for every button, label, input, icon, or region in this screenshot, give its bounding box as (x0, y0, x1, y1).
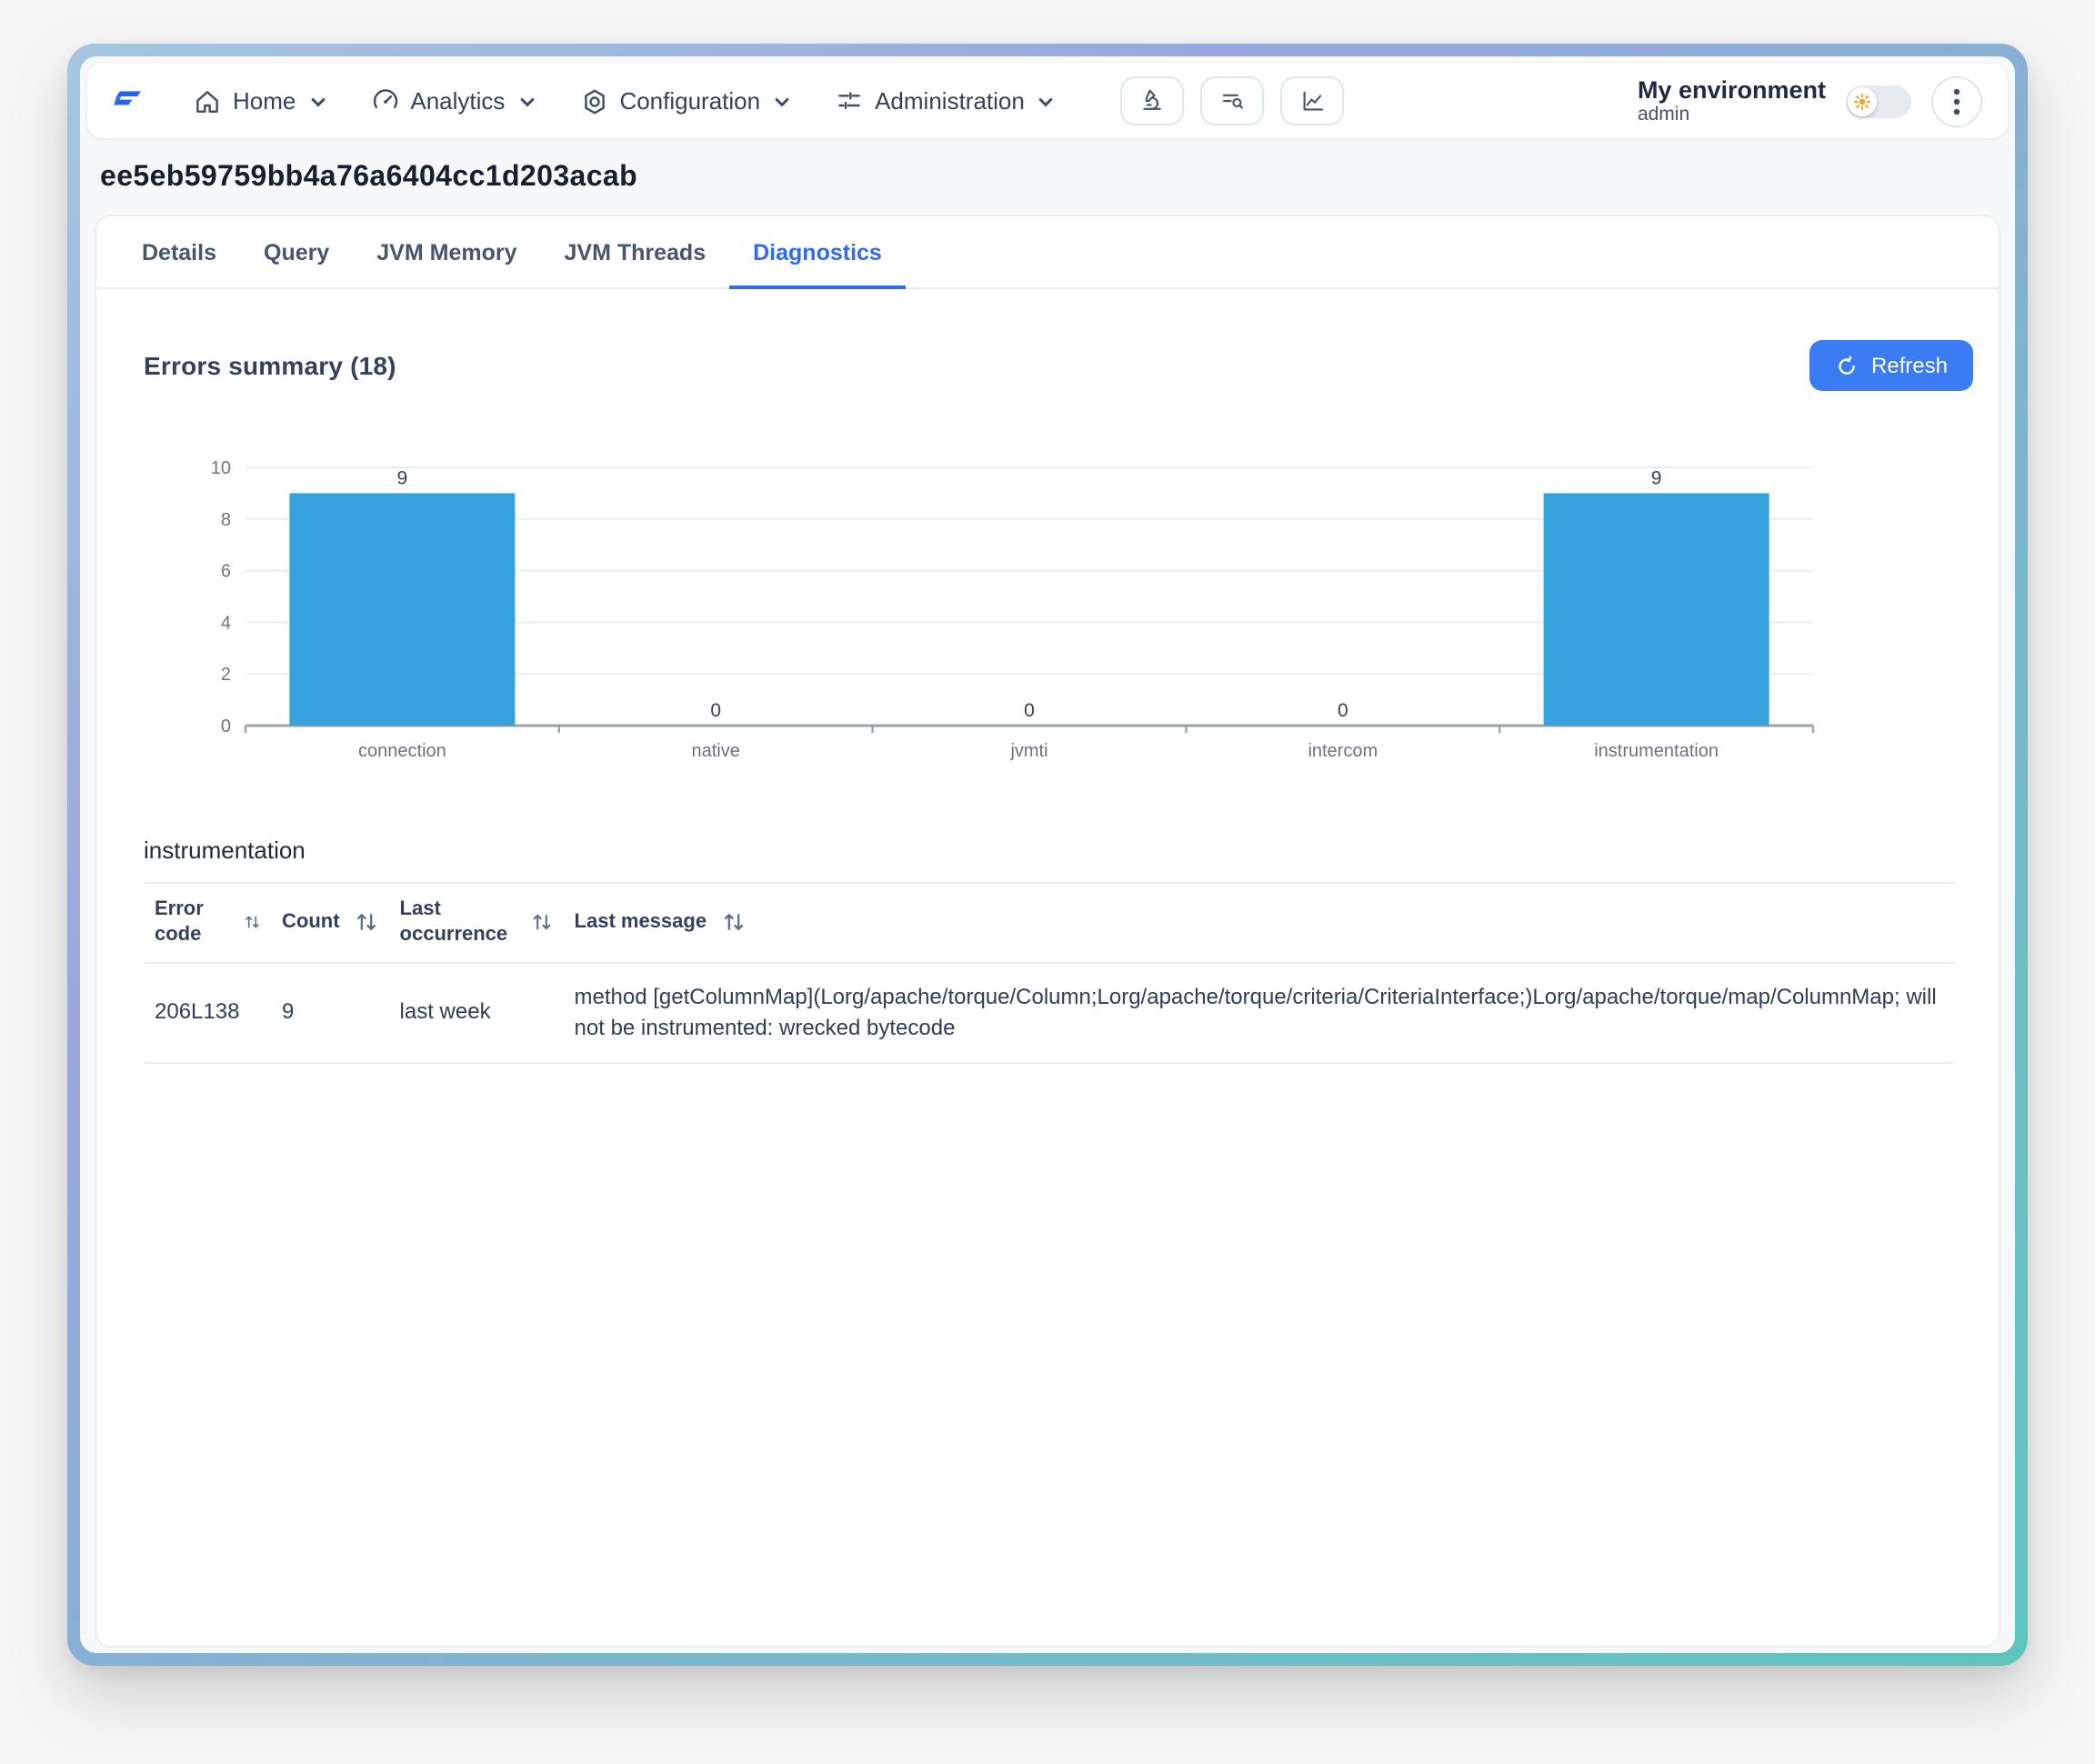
microscope-icon (1139, 87, 1167, 115)
sort-icon (531, 912, 553, 934)
sliders-icon (835, 86, 864, 115)
errors-table-header-row: Error code Count Last occurrence (144, 883, 1955, 962)
log-search-button[interactable] (1201, 76, 1265, 125)
errors-summary-header: Errors summary (18) Refresh (125, 340, 1973, 391)
app-window: Home Analytics Configuration (80, 56, 2015, 1653)
svg-text:jvmti: jvmti (1009, 741, 1048, 761)
tab-diagnostics[interactable]: Diagnostics (729, 216, 906, 289)
top-navbar: Home Analytics Configuration (87, 64, 2008, 138)
errors-summary-title: Errors summary (18) (144, 351, 396, 380)
column-header-error-code[interactable]: Error code (144, 883, 271, 962)
svg-text:6: 6 (221, 562, 231, 582)
svg-text:connection: connection (358, 741, 446, 761)
profiler-button[interactable] (1121, 76, 1185, 125)
gauge-icon (370, 86, 399, 115)
home-icon (193, 86, 222, 115)
more-options-button[interactable] (1931, 75, 1982, 126)
tab-bar: Details Query JVM Memory JVM Threads Dia… (96, 216, 1999, 289)
chevron-down-icon (1037, 92, 1056, 110)
sort-icon (243, 912, 260, 934)
nav-menu-home[interactable]: Home (175, 75, 345, 126)
chevron-down-icon (773, 92, 791, 110)
errors-bar-chart: 0 2 4 6 8 10 9 connection 0 native 0 jvmti 0 intercom… (151, 442, 1973, 811)
sun-icon (1853, 92, 1871, 110)
app-logo-icon[interactable] (109, 83, 145, 119)
table-row: 206L138 9 last week method [getColumnMap… (144, 962, 1955, 1064)
svg-text:0: 0 (1024, 700, 1035, 721)
svg-text:8: 8 (221, 510, 231, 530)
metrics-button[interactable] (1281, 76, 1345, 125)
errors-table: Error code Count Last occurrence (144, 882, 1955, 1065)
sort-icon (355, 912, 378, 934)
tab-details[interactable]: Details (118, 216, 240, 289)
theme-toggle-knob (1848, 86, 1877, 115)
svg-text:2: 2 (221, 665, 231, 685)
nav-menu-label: Administration (875, 87, 1025, 115)
nav-tool-buttons (1121, 76, 1345, 125)
chevron-down-icon (308, 92, 326, 110)
desktop-background: Home Analytics Configuration (0, 0, 2095, 1764)
environment-name: My environment (1638, 75, 1826, 104)
nav-left-group: Home Analytics Configuration (109, 75, 1345, 126)
line-chart-icon (1298, 87, 1328, 115)
app-window-frame: Home Analytics Configuration (67, 44, 2028, 1666)
list-search-icon (1218, 87, 1248, 115)
nav-menu-label: Configuration (619, 87, 760, 115)
svg-text:9: 9 (1651, 467, 1662, 488)
column-header-last-message[interactable]: Last message (564, 883, 1955, 962)
table-section-title: instrumentation (144, 837, 1973, 864)
svg-text:10: 10 (211, 458, 231, 478)
diagnostics-panel: Errors summary (18) Refresh 0 2 4 6 8 10 9 conn… (96, 289, 1999, 1101)
tab-jvm-threads[interactable]: JVM Threads (541, 216, 730, 289)
svg-text:0: 0 (221, 717, 231, 737)
page-title: ee5eb59759bb4a76a6404cc1d203acab (100, 162, 2015, 195)
refresh-icon (1835, 354, 1859, 377)
nav-right-group: My environment admin (1638, 75, 1982, 126)
nav-menu-label: Analytics (410, 87, 505, 115)
column-header-count[interactable]: Count (271, 883, 389, 962)
theme-toggle[interactable] (1846, 85, 1911, 117)
environment-role: admin (1638, 104, 1826, 125)
svg-text:0: 0 (1338, 700, 1348, 721)
cell-last-message: method [getColumnMap](Lorg/apache/torque… (564, 962, 1955, 1064)
svg-text:instrumentation: instrumentation (1594, 741, 1719, 761)
nav-menu-analytics[interactable]: Analytics (352, 75, 554, 126)
refresh-label: Refresh (1871, 353, 1948, 378)
cell-count: 9 (271, 962, 389, 1064)
cell-last-occurrence: last week (389, 962, 564, 1064)
kebab-menu-icon (1953, 86, 1960, 115)
column-header-last-occurrence[interactable]: Last occurrence (389, 883, 564, 962)
environment-info: My environment admin (1638, 75, 1826, 125)
nav-menu-label: Home (233, 87, 296, 115)
tab-query[interactable]: Query (240, 216, 353, 289)
svg-text:native: native (692, 741, 740, 761)
nav-menu-configuration[interactable]: Configuration (561, 75, 809, 126)
settings-target-icon (579, 86, 608, 115)
svg-text:9: 9 (397, 467, 408, 488)
svg-text:0: 0 (710, 700, 721, 721)
sort-icon (721, 912, 745, 934)
refresh-button[interactable]: Refresh (1809, 340, 1973, 391)
cell-error-code: 206L138 (144, 962, 271, 1064)
content-card: Details Query JVM Memory JVM Threads Dia… (95, 215, 2000, 1648)
svg-text:4: 4 (221, 613, 231, 633)
chevron-down-icon (517, 92, 536, 110)
tab-jvm-memory[interactable]: JVM Memory (353, 216, 540, 289)
nav-menu-administration[interactable]: Administration (817, 75, 1074, 126)
svg-text:intercom: intercom (1308, 741, 1378, 761)
